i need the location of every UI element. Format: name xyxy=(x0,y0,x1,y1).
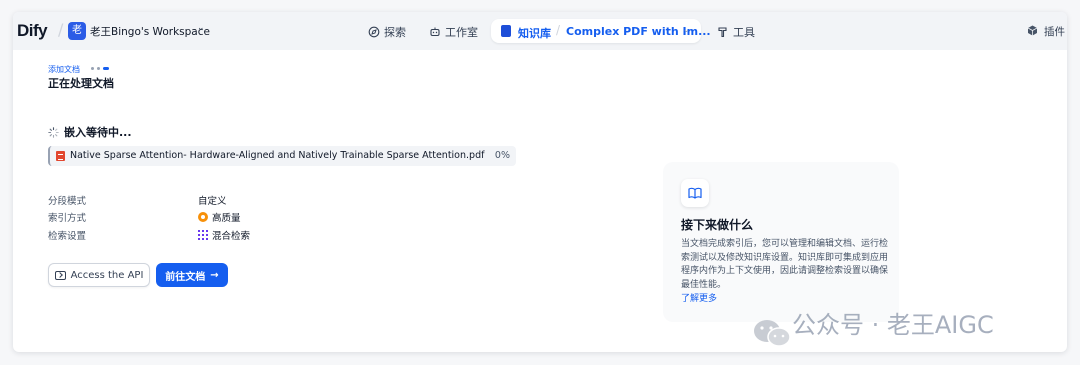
book-open-icon xyxy=(681,179,709,207)
page-title: 正在处理文档 xyxy=(48,77,114,90)
nav-plugins[interactable]: 插件 xyxy=(1044,24,1065,39)
terminal-icon xyxy=(54,270,66,280)
nav-tools-label: 工具 xyxy=(733,26,755,39)
go-to-document-label: 前往文档 xyxy=(165,271,206,283)
setting-key-retrieval: 检索设置 xyxy=(48,231,87,242)
knowledge-nav-active[interactable]: 知识库 / Complex PDF with Im... ⌄ xyxy=(491,19,711,43)
nav-explore[interactable]: 探索 xyxy=(368,24,406,40)
embedding-status-text: 嵌入等待中... xyxy=(64,126,132,139)
step-breadcrumb[interactable]: 添加文档 xyxy=(48,64,80,75)
cube-icon[interactable] xyxy=(1027,25,1038,36)
high-quality-icon xyxy=(198,212,208,222)
dify-logo[interactable]: Dify xyxy=(17,21,48,41)
workspace-name[interactable]: 老王Bingo's Workspace xyxy=(90,24,210,39)
next-steps-description: 当文档完成索引后，您可以管理和编辑文档、运行检索测试以及修改知识库设置。知识库即… xyxy=(681,239,889,290)
setting-value-text: 混合检索 xyxy=(212,231,251,242)
arrow-right-icon: → xyxy=(210,269,219,281)
next-steps-card: 接下来做什么 当文档完成索引后，您可以管理和编辑文档、运行检索测试以及修改知识库… xyxy=(663,162,899,322)
step-dot xyxy=(91,67,94,70)
step-dot-active xyxy=(103,67,109,70)
file-progress-percent: 0% xyxy=(494,150,510,161)
wechat-icon xyxy=(754,320,791,347)
robot-icon xyxy=(430,27,440,37)
nav-explore-label: 探索 xyxy=(384,26,406,39)
learn-more-link[interactable]: 了解更多 xyxy=(681,291,717,304)
nav-knowledge-label[interactable]: 知识库 xyxy=(518,25,551,41)
file-progress-row: Native Sparse Attention- Hardware-Aligne… xyxy=(48,146,516,166)
file-name: Native Sparse Attention- Hardware-Aligne… xyxy=(70,150,485,161)
setting-value-chunk-mode: 自定义 xyxy=(198,193,227,207)
app-window: Dify / 老 老王Bingo's Workspace ⌄ 探索 工作室 知识… xyxy=(13,12,1067,352)
step-indicator xyxy=(91,67,109,70)
chevron-down-icon[interactable]: ⌄ xyxy=(197,23,205,33)
access-api-button[interactable]: Access the API xyxy=(48,263,150,287)
top-navigation-bar: Dify / 老 老王Bingo's Workspace ⌄ 探索 工作室 知识… xyxy=(13,12,1067,50)
setting-value-text: 自定义 xyxy=(198,196,227,207)
hybrid-search-icon xyxy=(198,230,208,240)
hammer-icon xyxy=(718,27,727,38)
setting-value-retrieval: 混合检索 xyxy=(198,228,250,242)
setting-value-text: 高质量 xyxy=(212,213,241,224)
step-dot xyxy=(97,67,100,70)
go-to-document-button[interactable]: 前往文档 → xyxy=(156,263,228,287)
next-steps-title: 接下来做什么 xyxy=(681,218,754,232)
pdf-file-icon xyxy=(56,151,65,161)
setting-value-index-method: 高质量 xyxy=(198,210,241,224)
breadcrumb-separator: / xyxy=(58,20,64,39)
nav-studio[interactable]: 工作室 xyxy=(429,24,478,40)
access-api-label: Access the API xyxy=(70,269,144,281)
watermark-text: 公众号 · 老王AIGC xyxy=(792,311,994,339)
embedding-status: 嵌入等待中... xyxy=(48,124,132,140)
setting-key-index-method: 索引方式 xyxy=(48,213,87,224)
workspace-avatar[interactable]: 老 xyxy=(68,22,86,40)
nav-tools[interactable]: 工具 xyxy=(717,24,755,40)
spinner-icon xyxy=(48,126,59,138)
chevron-down-icon[interactable]: ⌄ xyxy=(683,25,690,34)
nav-studio-label: 工作室 xyxy=(445,26,478,39)
compass-icon xyxy=(368,26,380,38)
book-icon xyxy=(501,25,511,37)
breadcrumb-separator: / xyxy=(556,23,561,37)
setting-key-chunk-mode: 分段模式 xyxy=(48,196,87,207)
